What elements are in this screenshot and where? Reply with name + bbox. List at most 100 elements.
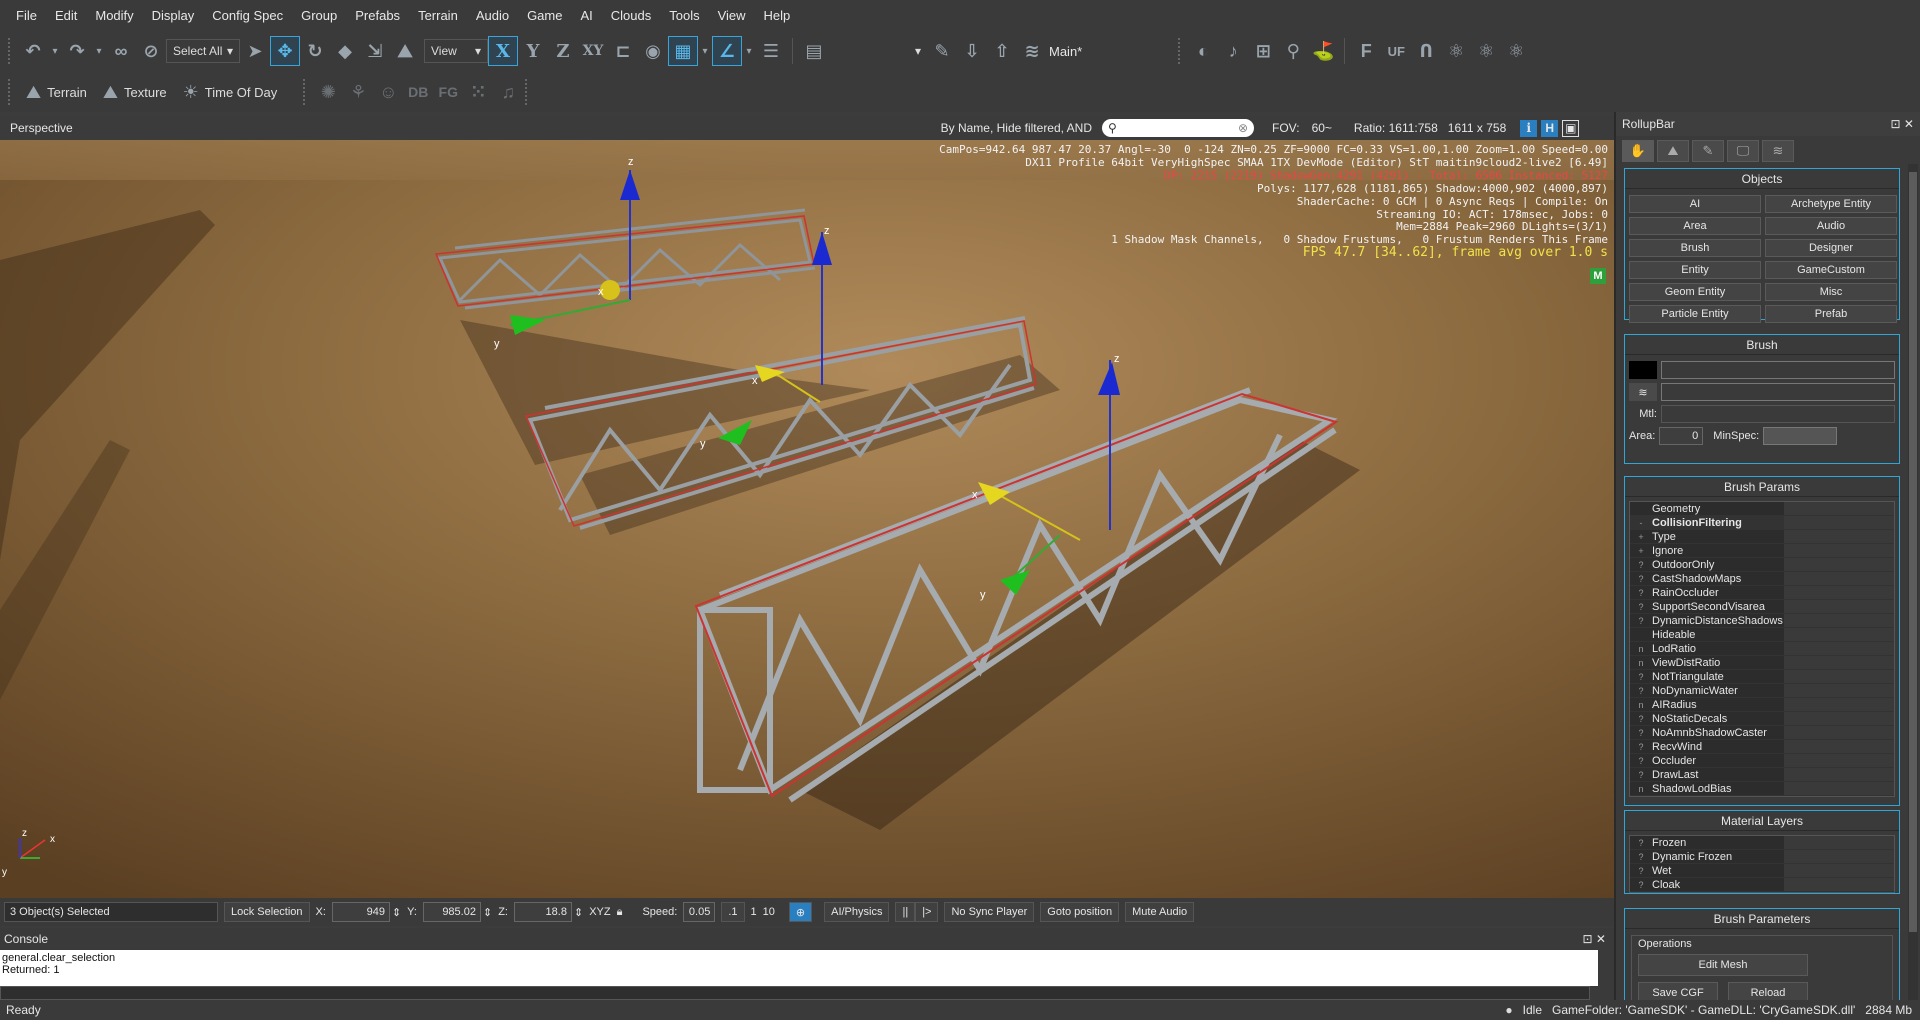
param-value-field[interactable] xyxy=(1784,684,1894,697)
ratio-label[interactable]: Ratio: 1611:758 xyxy=(1354,121,1438,135)
param-value-field[interactable] xyxy=(1784,600,1894,613)
param-row[interactable]: ? NoDynamicWater xyxy=(1630,684,1894,698)
object-type-button-archetype-entity[interactable]: Archetype Entity xyxy=(1765,195,1897,213)
menu-item-edit[interactable]: Edit xyxy=(55,8,77,23)
export-icon[interactable]: ⇩ xyxy=(957,36,987,66)
speed-preset-10[interactable]: 10 xyxy=(763,906,775,918)
param-type-marker[interactable]: + xyxy=(1630,546,1652,556)
param-row[interactable]: ? Occluder xyxy=(1630,754,1894,768)
param-value-field[interactable] xyxy=(1784,698,1894,711)
undo-dropdown-icon[interactable]: ▾ xyxy=(48,36,62,66)
lock-icon[interactable]: 🔒︎ xyxy=(617,906,623,919)
clear-search-icon[interactable]: ⊗ xyxy=(1238,121,1248,135)
goto-selection-icon[interactable]: ⊕ xyxy=(788,902,813,922)
atom-alt-icon[interactable]: ⚛ xyxy=(1471,36,1501,66)
material-layers-title[interactable]: Material Layers xyxy=(1625,811,1899,831)
rollup-window-controls[interactable]: ⊡ ✕ xyxy=(1891,117,1914,131)
time-of-day-button[interactable]: ☀ Time Of Day xyxy=(175,82,286,103)
material-field[interactable] xyxy=(1661,405,1895,423)
param-value-field[interactable] xyxy=(1784,782,1894,795)
terrain-edit-icon[interactable]: ⛳ xyxy=(1308,36,1338,66)
param-value-field[interactable] xyxy=(1784,712,1894,725)
param-value-field[interactable] xyxy=(1784,740,1894,753)
modeling-tab-icon[interactable]: ✎ xyxy=(1692,140,1724,162)
brush-layer-field[interactable] xyxy=(1661,383,1895,401)
flowgraph-f-button[interactable]: F xyxy=(1351,36,1381,66)
param-value-field[interactable] xyxy=(1784,586,1894,599)
object-type-button-audio[interactable]: Audio xyxy=(1765,217,1897,235)
object-type-button-brush[interactable]: Brush xyxy=(1629,239,1761,257)
param-value-field[interactable] xyxy=(1784,614,1894,627)
database-button[interactable]: DB xyxy=(403,77,433,107)
param-row[interactable]: Hideable xyxy=(1630,628,1894,642)
terrain-tab-icon[interactable]: ⛰ xyxy=(1657,140,1689,162)
axis-xy-button[interactable]: XY xyxy=(578,36,608,66)
speed-preset-01[interactable]: .1 xyxy=(721,902,745,922)
material-layer-checkbox[interactable] xyxy=(1784,850,1894,863)
menu-item-modify[interactable]: Modify xyxy=(95,8,133,23)
align-icon[interactable]: ☰ xyxy=(756,36,786,66)
edit-mesh-button[interactable]: Edit Mesh xyxy=(1638,954,1808,976)
param-type-marker[interactable]: - xyxy=(1630,518,1652,528)
music-icon[interactable]: ♫ xyxy=(493,77,523,107)
edit-script-icon[interactable]: ✎ xyxy=(927,36,957,66)
snap-to-object-icon[interactable]: ⇲ xyxy=(360,36,390,66)
material-layer-checkbox[interactable] xyxy=(1784,836,1894,849)
toolbar-grip[interactable] xyxy=(8,79,12,105)
mute-audio-button[interactable]: Mute Audio xyxy=(1125,902,1195,922)
axis-y-button[interactable]: Y xyxy=(518,36,548,66)
speed-input[interactable]: 0.05 xyxy=(683,902,716,922)
terrain-follow-icon[interactable]: ⊏ xyxy=(608,36,638,66)
angle-dropdown-icon[interactable]: ▾ xyxy=(742,36,756,66)
angle-snap-icon[interactable]: ∠ xyxy=(712,36,742,66)
object-type-button-gamecustom[interactable]: GameCustom xyxy=(1765,261,1897,279)
param-row[interactable]: ? DynamicDistanceShadows xyxy=(1630,614,1894,628)
select-cursor-icon[interactable]: ➤ xyxy=(240,36,270,66)
magnet-icon[interactable]: Ո xyxy=(1411,36,1441,66)
object-type-button-prefab[interactable]: Prefab xyxy=(1765,305,1897,323)
param-value-field[interactable] xyxy=(1784,726,1894,739)
menu-item-config-spec[interactable]: Config Spec xyxy=(212,8,283,23)
scale-icon[interactable]: ◆ xyxy=(330,36,360,66)
import-icon[interactable]: ⇧ xyxy=(987,36,1017,66)
param-row[interactable]: ? DrawLast xyxy=(1630,768,1894,782)
param-row[interactable]: ? RecvWind xyxy=(1630,740,1894,754)
xyz-toggle[interactable]: XYZ xyxy=(589,906,610,918)
object-type-button-area[interactable]: Area xyxy=(1629,217,1761,235)
lock-selection-button[interactable]: Lock Selection xyxy=(224,902,310,922)
select-mode-combo[interactable]: Select All ▾ xyxy=(166,39,240,63)
brush-parameters-title[interactable]: Brush Parameters xyxy=(1625,909,1899,929)
material-layer-checkbox[interactable] xyxy=(1784,864,1894,877)
reload-button[interactable]: Reload xyxy=(1728,982,1808,1000)
camera-icon[interactable]: ◉ xyxy=(638,36,668,66)
brush-geometry-field[interactable] xyxy=(1661,361,1895,379)
texture-button[interactable]: ⛰ Texture xyxy=(95,82,175,103)
brush-params-title[interactable]: Brush Params xyxy=(1625,477,1899,497)
resolution-label[interactable]: 1611 x 758 xyxy=(1448,121,1507,135)
object-type-button-particle-entity[interactable]: Particle Entity xyxy=(1629,305,1761,323)
link-icon[interactable]: ∞ xyxy=(106,36,136,66)
terrain-button[interactable]: ⛰ Terrain xyxy=(18,82,95,103)
x-coordinate-input[interactable]: 949 xyxy=(331,902,390,922)
y-coordinate-input[interactable]: 985.02 xyxy=(422,902,481,922)
tool-box-icon[interactable]: ⊞ xyxy=(1248,36,1278,66)
param-type-marker[interactable]: + xyxy=(1630,532,1652,542)
toolbar-grip[interactable] xyxy=(1178,38,1182,64)
x-spinner-icon[interactable]: ⇕ xyxy=(392,906,401,919)
param-value-field[interactable] xyxy=(1784,572,1894,585)
selection-set-combo[interactable]: ▾ xyxy=(829,39,927,63)
atom-settings-icon[interactable]: ⚛ xyxy=(1501,36,1531,66)
param-row[interactable]: ? SupportSecondVisarea xyxy=(1630,600,1894,614)
menu-item-ai[interactable]: AI xyxy=(580,8,592,23)
rotate-icon[interactable]: ↻ xyxy=(300,36,330,66)
console-input[interactable] xyxy=(0,986,1590,1000)
audio-tool-icon[interactable]: ♪ xyxy=(1218,36,1248,66)
particle-icon[interactable]: ✺ xyxy=(313,77,343,107)
brush-color-swatch[interactable] xyxy=(1629,361,1657,379)
reference-coord-combo[interactable]: View ▾ xyxy=(424,39,488,63)
toolbar-grip[interactable] xyxy=(525,79,529,105)
material-layer-row[interactable]: ? Cloak xyxy=(1630,878,1894,892)
menu-item-view[interactable]: View xyxy=(718,8,746,23)
grid-snap-icon[interactable]: ▦ xyxy=(668,36,698,66)
axis-x-button[interactable]: X xyxy=(488,36,518,66)
